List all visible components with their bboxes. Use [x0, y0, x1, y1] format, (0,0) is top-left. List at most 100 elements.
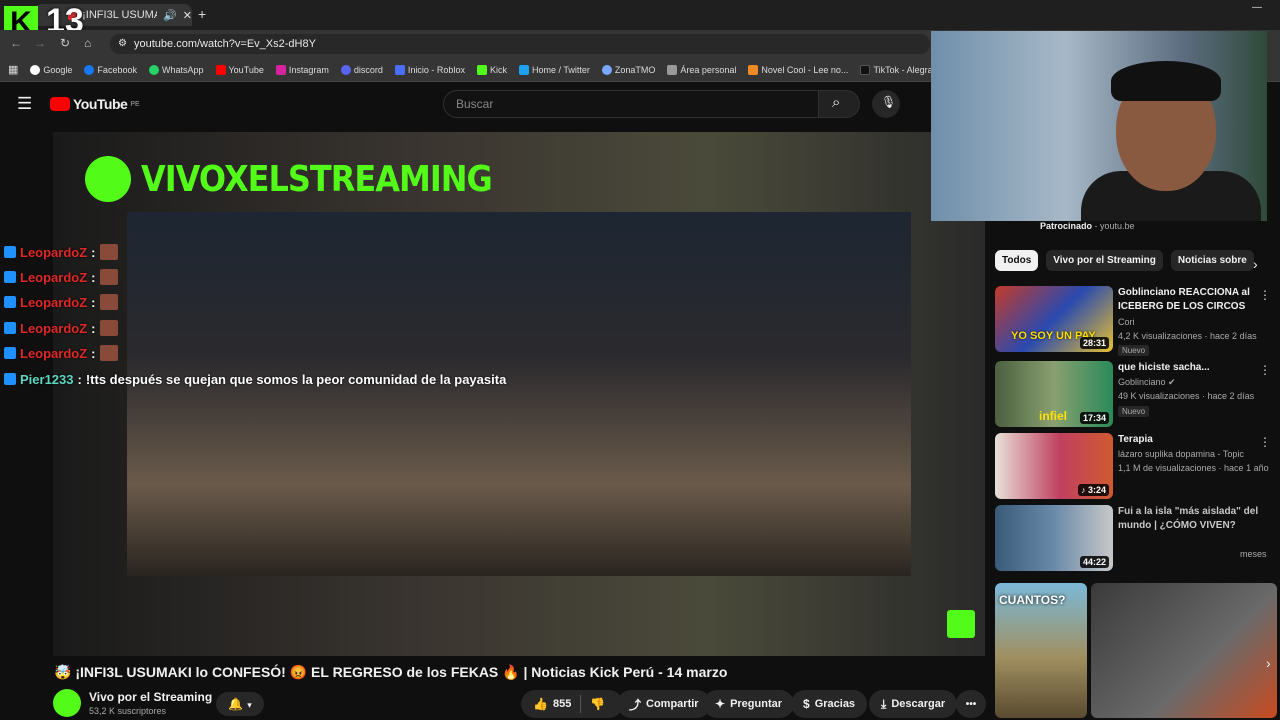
back-icon[interactable]: ← — [10, 36, 22, 50]
brand-logo-icon — [85, 156, 131, 202]
roblox-icon — [394, 64, 405, 75]
ask-button[interactable]: ✦ Preguntar — [703, 690, 795, 718]
stream-brand: VIVOXELSTREAMING — [85, 156, 493, 202]
rec-title[interactable]: Fui a la isla "más aislada" del mundo | … — [1118, 505, 1263, 533]
brand-text: VIVOXELSTREAMING — [141, 158, 493, 200]
chat-separator: : — [91, 269, 96, 285]
platform-badge-icon — [4, 271, 16, 283]
bookmark-kick[interactable]: Kick — [476, 64, 507, 75]
bookmark-youtube[interactable]: YouTube — [215, 64, 264, 75]
rec-thumbnail[interactable]: CUANTOS? — [995, 583, 1087, 718]
bookmark-novelcool[interactable]: Novel Cool - Lee no... — [748, 64, 848, 75]
browser-tab-bar: ¡INFI3L USUMAKI lo 🔊 ✕ + — — [0, 0, 1280, 30]
share-button[interactable]: ⤴ Compartir — [617, 690, 711, 718]
chevron-right-icon[interactable]: › — [1253, 256, 1258, 272]
window-minimize-icon[interactable]: — — [1252, 2, 1262, 13]
thumbs-down-icon[interactable]: 👎 — [590, 697, 605, 711]
rec-item[interactable]: ♪ 3:24 Terapia lázaro suplika dopamina -… — [995, 433, 1277, 501]
rec-thumbnail-secondary[interactable] — [1091, 583, 1277, 718]
forward-icon[interactable]: → — [34, 36, 46, 50]
url-field[interactable]: ⚙ youtube.com/watch?v=Ev_Xs2-dH8Y — [110, 34, 930, 54]
bookmark-google[interactable]: Google — [30, 64, 72, 75]
rec-meta: 4,2 K visualizaciones · hace 2 días — [1118, 331, 1257, 341]
bookmark-instagram[interactable]: Instagram — [275, 64, 329, 75]
search-input[interactable]: Buscar — [443, 90, 819, 118]
chat-emote-icon — [99, 244, 118, 260]
rec-thumbnail[interactable]: infiel 17:34 — [995, 361, 1113, 427]
chat-separator: : — [91, 320, 96, 336]
video-player[interactable]: VIVOXELSTREAMING — [53, 132, 985, 656]
chat-username: LeopardoZ — [20, 294, 88, 310]
rec-thumbnail[interactable]: ♪ 3:24 — [995, 433, 1113, 499]
platform-badge-icon — [4, 296, 16, 308]
rec-item[interactable]: infiel 17:34 que hiciste sacha... Goblin… — [995, 361, 1277, 429]
chat-username: LeopardoZ — [20, 345, 88, 361]
chat-emote-icon — [99, 294, 118, 310]
rec-title[interactable]: Goblinciano REACCIONA al ICEBERG DE LOS … — [1118, 286, 1263, 314]
chat-separator: : — [77, 371, 82, 387]
chevron-right-icon[interactable]: › — [1266, 655, 1271, 671]
apps-icon[interactable]: ▦ — [8, 63, 18, 76]
chat-text: !tts después se quejan que somos la peor… — [85, 371, 507, 387]
chat-username: LeopardoZ — [20, 244, 88, 260]
more-actions-button[interactable]: ••• — [956, 690, 986, 718]
channel-avatar[interactable] — [53, 689, 81, 717]
zonatmo-icon — [601, 64, 612, 75]
site-info-icon[interactable]: ⚙ — [118, 34, 127, 54]
bookmark-twitter[interactable]: Home / Twitter — [518, 64, 590, 75]
download-button[interactable]: ⤓ Descargar — [869, 690, 958, 718]
chat-message: LeopardoZ: — [4, 267, 118, 287]
rec-thumbnail[interactable]: YO SOY UN PAY 28:31 — [995, 286, 1113, 352]
youtube-play-icon — [50, 97, 70, 111]
kick-icon — [476, 64, 487, 75]
bookmark-area-personal[interactable]: Área personal — [667, 64, 736, 75]
download-icon: ⤓ — [881, 696, 887, 711]
menu-icon[interactable]: ☰ — [17, 94, 32, 114]
reload-icon[interactable]: ↻ — [60, 36, 70, 50]
new-tab-button[interactable]: + — [198, 6, 206, 22]
home-icon[interactable]: ⌂ — [84, 36, 91, 50]
youtube-header: ☰ YouTube PE Buscar ⌕ 🎙 — [0, 82, 930, 130]
thanks-button[interactable]: $ Gracias — [791, 690, 868, 718]
youtube-icon — [215, 64, 226, 75]
rec-item[interactable]: YO SOY UN PAY 28:31 Goblinciano REACCION… — [995, 286, 1277, 356]
bookmark-roblox[interactable]: Inicio - Roblox — [394, 64, 465, 75]
chip-channel[interactable]: Vivo por el Streaming — [1046, 250, 1163, 271]
rec-badge: Nuevo — [1118, 345, 1150, 356]
channel-name[interactable]: Vivo por el Streaming — [89, 690, 212, 704]
rec-thumbnail[interactable]: 44:22 — [995, 505, 1113, 571]
more-vert-icon[interactable]: ⋮ — [1259, 288, 1271, 302]
like-button[interactable]: 👍 855 👎 — [521, 690, 623, 718]
more-vert-icon[interactable]: ⋮ — [1259, 435, 1271, 449]
thanks-icon: $ — [803, 697, 810, 711]
rec-meta: 1,1 M de visualizaciones · hace 1 año — [1118, 463, 1269, 473]
chip-all[interactable]: Todos — [995, 250, 1039, 271]
rec-channel[interactable]: Goblinciano ✔ — [1118, 377, 1176, 388]
voice-search-button[interactable]: 🎙 — [872, 90, 900, 118]
rec-channel[interactable]: lázaro suplika dopamina - Topic — [1118, 449, 1244, 459]
rec-channel[interactable]: Cori — [1118, 317, 1135, 327]
mortarboard-icon — [667, 64, 678, 75]
video-frame — [127, 212, 911, 576]
bookmark-whatsapp[interactable]: WhatsApp — [148, 64, 204, 75]
close-tab-icon[interactable]: ✕ — [183, 9, 192, 22]
bookmark-discord[interactable]: discord — [340, 64, 383, 75]
thumbs-up-icon: 👍 — [533, 697, 548, 711]
rec-title[interactable]: que hiciste sacha... — [1118, 361, 1263, 375]
chat-username: LeopardoZ — [20, 320, 88, 336]
rec-item[interactable]: 44:22 Fui a la isla "más aislada" del mu… — [995, 505, 1277, 573]
more-vert-icon[interactable]: ⋮ — [1259, 363, 1271, 377]
search-button[interactable]: ⌕ — [818, 90, 860, 118]
subscription-bell-button[interactable]: 🔔 ▾ — [216, 692, 264, 716]
chip-news[interactable]: Noticias sobre — [1170, 250, 1254, 271]
bookmark-zonatmo[interactable]: ZonaTMO — [601, 64, 655, 75]
youtube-logo[interactable]: YouTube PE — [50, 96, 140, 112]
bookmark-facebook[interactable]: Facebook — [84, 64, 137, 75]
rec-title[interactable]: Terapia — [1118, 433, 1263, 447]
chat-emote-icon — [99, 269, 118, 285]
share-icon: ⤴ — [629, 697, 642, 712]
speaker-icon[interactable]: 🔊 — [163, 9, 177, 22]
rec-badge: Nuevo — [1118, 406, 1150, 417]
rec-item[interactable]: CUANTOS? — [995, 583, 1277, 720]
chat-emote-icon — [99, 345, 118, 361]
